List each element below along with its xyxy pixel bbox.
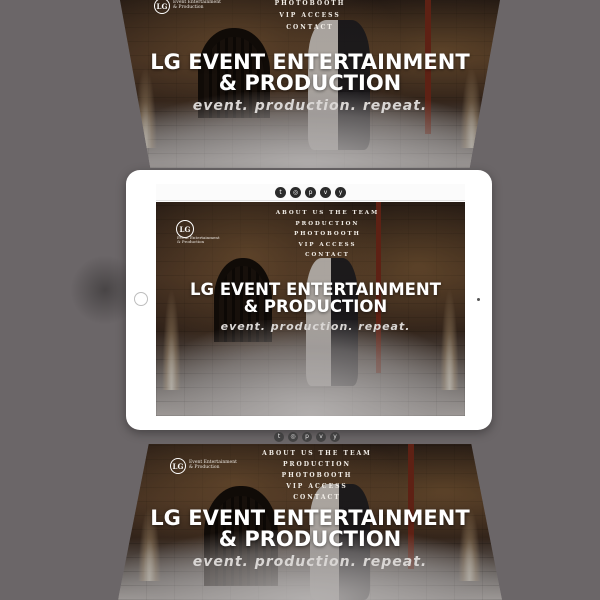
headline-line2: & PRODUCTION: [218, 527, 402, 551]
instagram-icon[interactable]: ◎: [290, 186, 301, 198]
headline-line1: LG EVENT ENTERTAINMENT: [150, 506, 470, 530]
main-nav: ABOUT US THE TEAM PRODUCTION PHOTOBOOTH …: [190, 208, 465, 261]
hero-tagline: event. production. repeat.: [192, 98, 428, 114]
nav-item-contact[interactable]: CONTACT: [132, 492, 502, 503]
nav-item-photobooth[interactable]: PHOTOBOOTH: [132, 470, 502, 481]
home-button[interactable]: [134, 292, 148, 306]
instagram-icon: ◎: [288, 432, 298, 442]
vimeo-icon: v: [316, 432, 326, 442]
reflected-social-bar: t ◎ p v y: [274, 432, 340, 442]
twitter-icon[interactable]: t: [275, 186, 286, 198]
nav-item-contact[interactable]: CONTACT: [120, 22, 500, 34]
headline-line2: & PRODUCTION: [243, 296, 388, 316]
bottom-reflection-website: LG Event Entertainment & Production ABOU…: [118, 444, 502, 600]
nav-item-contact[interactable]: CONTACT: [190, 250, 465, 261]
social-bar: t ◎ p v y: [156, 184, 465, 201]
yelp-icon: y: [330, 432, 340, 442]
hero-headline: LG EVENT ENTERTAINMENT & PRODUCTION: [166, 281, 465, 316]
nav-item-about-us[interactable]: ABOUT US THE TEAM: [132, 448, 502, 459]
nav-item-photobooth[interactable]: PHOTOBOOTH: [120, 0, 500, 10]
headline-line1: LG EVENT ENTERTAINMENT: [150, 50, 470, 74]
nav-item-vip-access[interactable]: VIP ACCESS: [190, 240, 465, 251]
hero-headline: LG EVENT ENTERTAINMENT & PRODUCTION: [120, 52, 500, 94]
twitter-icon: t: [274, 432, 284, 442]
nav-item-production[interactable]: PRODUCTION: [190, 219, 465, 230]
tablet-device: t ◎ p v y LG Event Entertainment & Produ…: [126, 170, 492, 430]
vimeo-icon[interactable]: v: [320, 186, 331, 198]
hero-tagline: event. production. repeat.: [192, 554, 428, 570]
main-nav: PHOTOBOOTH VIP ACCESS CONTACT: [120, 0, 500, 34]
nav-item-vip-access[interactable]: VIP ACCESS: [120, 10, 500, 22]
main-nav: ABOUT US THE TEAM PRODUCTION PHOTOBOOTH …: [132, 448, 502, 503]
nav-item-production[interactable]: PRODUCTION: [132, 459, 502, 470]
headline-line2: & PRODUCTION: [218, 71, 402, 95]
nav-item-photobooth[interactable]: PHOTOBOOTH: [190, 229, 465, 240]
pinterest-icon[interactable]: p: [305, 186, 316, 198]
camera-dot: [477, 298, 480, 301]
yelp-icon[interactable]: y: [335, 186, 346, 198]
website-hero: LG Event Entertainment & Production ABOU…: [156, 202, 465, 416]
nav-item-vip-access[interactable]: VIP ACCESS: [132, 481, 502, 492]
pinterest-icon: p: [302, 432, 312, 442]
hero-tagline: event. production. repeat.: [220, 320, 411, 333]
nav-item-about-us[interactable]: ABOUT US THE TEAM: [190, 208, 465, 219]
tablet-screen: t ◎ p v y LG Event Entertainment & Produ…: [156, 184, 465, 416]
hero-headline: LG EVENT ENTERTAINMENT & PRODUCTION: [118, 508, 502, 550]
top-reflection-website: LG Event Entertainment & Production PHOT…: [120, 0, 500, 168]
